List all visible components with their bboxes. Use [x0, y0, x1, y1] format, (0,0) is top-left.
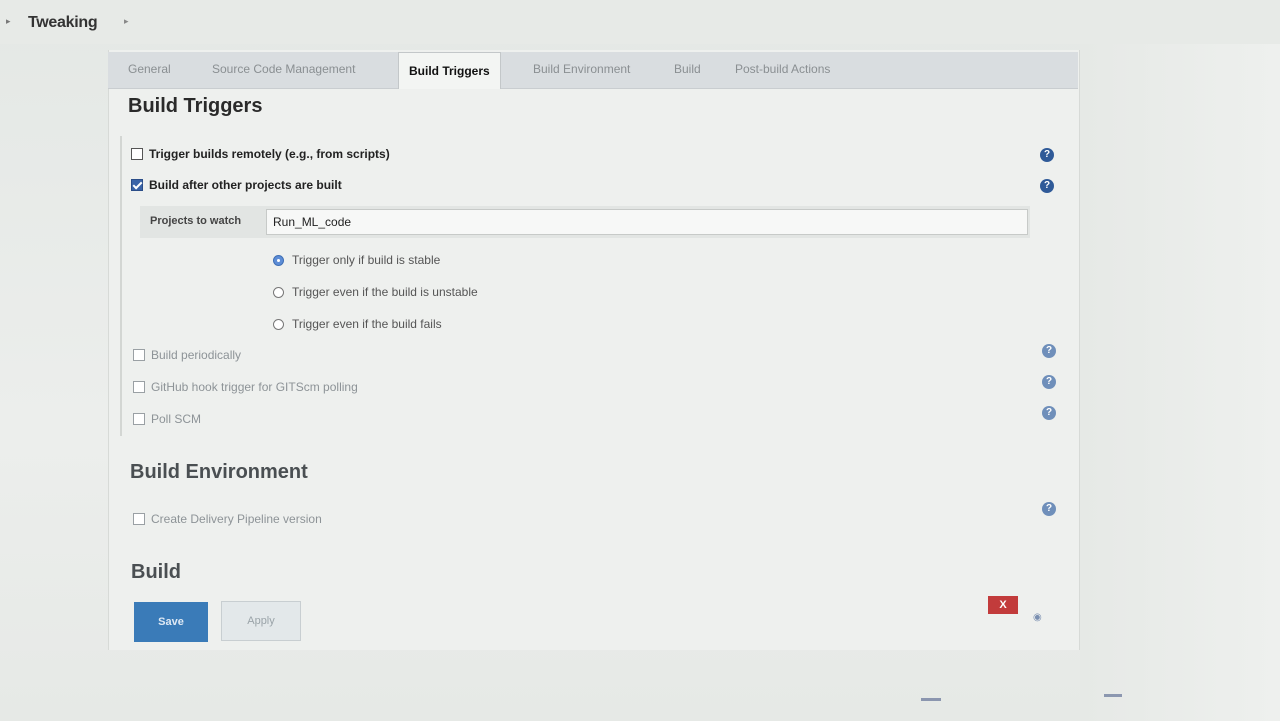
save-button[interactable]: Save — [134, 602, 208, 642]
breadcrumb: ▸ Tweaking ▸ — [0, 0, 1280, 44]
tab-build[interactable]: Build — [674, 62, 701, 76]
radio-trigger-stable[interactable] — [273, 254, 284, 266]
tab-build-environment[interactable]: Build Environment — [533, 62, 630, 76]
breadcrumb-arrow-icon[interactable]: ▸ — [6, 16, 11, 27]
build-periodically-label: Build periodically — [151, 348, 242, 362]
help-icon[interactable]: ? — [1042, 375, 1056, 389]
help-icon[interactable]: ? — [1040, 179, 1054, 193]
build-environment-heading: Build Environment — [130, 461, 308, 483]
tab-general[interactable]: General — [128, 62, 171, 76]
delete-icon[interactable]: X — [988, 596, 1018, 614]
create-delivery-pipeline-checkbox[interactable] — [133, 513, 145, 525]
move-handle-icon[interactable]: ◉ — [1033, 612, 1042, 623]
help-icon[interactable]: ? — [1042, 502, 1056, 516]
build-after-checkbox[interactable] — [131, 179, 143, 191]
radio-trigger-stable-row: Trigger only if build is stable — [273, 253, 440, 267]
build-periodically-checkbox[interactable] — [133, 349, 145, 361]
projects-to-watch-input[interactable] — [266, 209, 1028, 235]
radio-trigger-stable-label: Trigger only if build is stable — [292, 253, 441, 267]
apply-button[interactable]: Apply — [221, 601, 301, 641]
config-tabbar: General Source Code Management Build Tri… — [108, 52, 1078, 89]
radio-trigger-unstable-row: Trigger even if the build is unstable — [273, 285, 478, 299]
github-hook-label: GitHub hook trigger for GITScm polling — [151, 380, 358, 394]
help-icon[interactable]: ? — [1040, 148, 1054, 162]
tab-build-triggers[interactable]: Build Triggers — [398, 52, 501, 89]
create-delivery-pipeline-row: Create Delivery Pipeline version — [133, 512, 322, 526]
screen-artifact — [1104, 694, 1122, 697]
build-periodically-row: Build periodically — [133, 348, 241, 362]
poll-scm-checkbox[interactable] — [133, 413, 145, 425]
breadcrumb-project-title[interactable]: Tweaking — [28, 14, 98, 32]
tab-source-code-management[interactable]: Source Code Management — [212, 62, 355, 76]
config-panel — [108, 50, 1080, 650]
build-triggers-heading: Build Triggers — [128, 95, 263, 117]
breadcrumb-chevron-icon[interactable]: ▸ — [124, 16, 129, 27]
screen-artifact — [921, 698, 941, 701]
poll-scm-row: Poll SCM — [133, 412, 201, 426]
section-rule — [120, 136, 122, 436]
radio-trigger-fails[interactable] — [273, 318, 284, 330]
create-delivery-pipeline-label: Create Delivery Pipeline version — [151, 512, 322, 526]
radio-trigger-fails-label: Trigger even if the build fails — [292, 317, 442, 331]
radio-trigger-unstable-label: Trigger even if the build is unstable — [292, 285, 478, 299]
github-hook-row: GitHub hook trigger for GITScm polling — [133, 380, 358, 394]
trigger-remotely-label: Trigger builds remotely (e.g., from scri… — [149, 147, 390, 161]
help-icon[interactable]: ? — [1042, 406, 1056, 420]
jenkins-config-page: ▸ Tweaking ▸ General Source Code Managem… — [0, 0, 1280, 721]
help-icon[interactable]: ? — [1042, 344, 1056, 358]
trigger-remotely-row: Trigger builds remotely (e.g., from scri… — [131, 147, 390, 161]
radio-trigger-fails-row: Trigger even if the build fails — [273, 317, 442, 331]
right-background — [1080, 44, 1280, 721]
tab-post-build-actions[interactable]: Post-build Actions — [735, 62, 830, 76]
trigger-remotely-checkbox[interactable] — [131, 148, 143, 160]
projects-to-watch-label: Projects to watch — [150, 215, 242, 227]
github-hook-checkbox[interactable] — [133, 381, 145, 393]
radio-trigger-unstable[interactable] — [273, 286, 284, 298]
build-heading: Build — [131, 561, 181, 583]
build-after-row: Build after other projects are built — [131, 178, 342, 192]
build-after-label: Build after other projects are built — [149, 178, 342, 192]
poll-scm-label: Poll SCM — [151, 412, 202, 426]
